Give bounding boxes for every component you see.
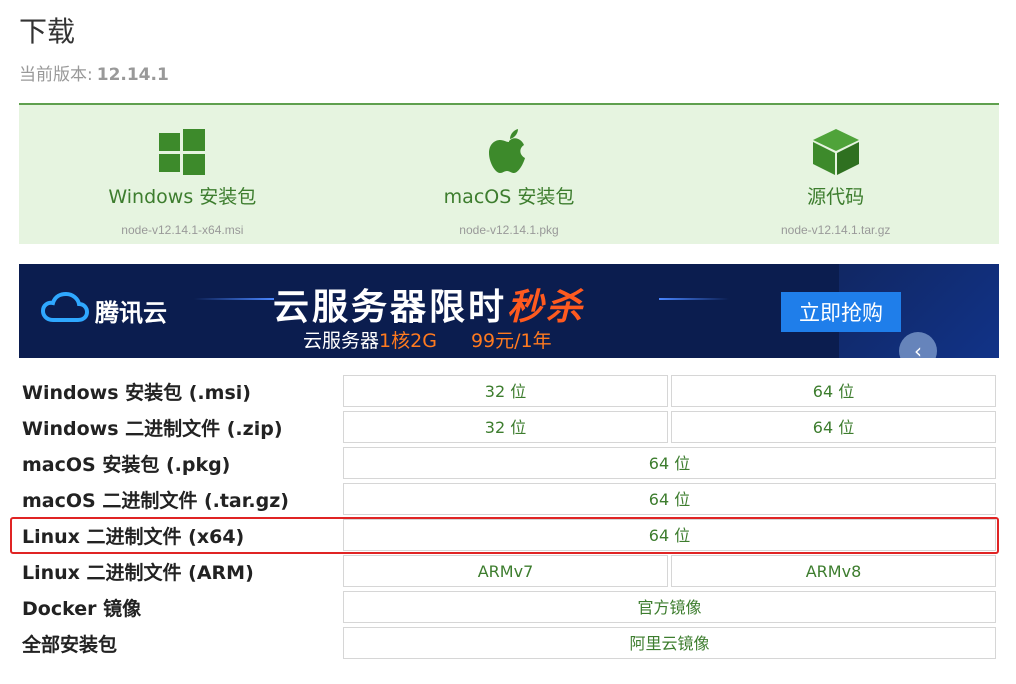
- download-link[interactable]: ARMv8: [671, 555, 996, 587]
- download-link[interactable]: 阿里云镜像: [343, 627, 996, 659]
- row-label: macOS 二进制文件 (.tar.gz): [22, 489, 289, 512]
- ad-banner[interactable]: 腾讯云 云服务器限时秒杀 云服务器1核2G 99元/1年 立即抢购 ‹: [19, 264, 999, 358]
- table-row: Windows 二进制文件 (.zip) 32 位 64 位: [22, 409, 996, 445]
- banner-sub-main: 云服务器: [303, 330, 380, 352]
- download-cell: 64 位: [671, 373, 996, 409]
- download-cell: 64 位: [343, 481, 996, 517]
- download-cell: ARMv8: [671, 553, 996, 589]
- row-label: Linux 二进制文件 (x64): [22, 525, 245, 548]
- macos-installer-link[interactable]: macOS 安装包 node-v12.14.1.pkg: [346, 105, 673, 244]
- cloud-icon: [40, 291, 90, 328]
- source-code-label: 源代码: [807, 186, 865, 208]
- windows-icon: [157, 127, 207, 177]
- buy-now-button[interactable]: 立即抢购: [781, 292, 901, 332]
- row-label: Linux 二进制文件 (ARM): [22, 561, 254, 584]
- windows-installer-link[interactable]: Windows 安装包 node-v12.14.1-x64.msi: [19, 105, 346, 244]
- table-row: macOS 安装包 (.pkg) 64 位: [22, 445, 996, 481]
- table-row: Windows 安装包 (.msi) 32 位 64 位: [22, 373, 996, 409]
- banner-sub-spec: 1核2G: [379, 330, 437, 352]
- download-cell: 阿里云镜像: [343, 625, 996, 661]
- windows-installer-filename: node-v12.14.1-x64.msi: [121, 223, 244, 237]
- row-label: 全部安装包: [22, 633, 118, 656]
- banner-brand-text: 腾讯云: [95, 298, 167, 327]
- download-cell: ARMv7: [343, 553, 668, 589]
- download-cell: 32 位: [343, 409, 668, 445]
- download-cell: 32 位: [343, 373, 668, 409]
- row-label: Windows 安装包 (.msi): [22, 381, 251, 404]
- download-cell: 64 位: [343, 517, 996, 553]
- box-icon: [811, 127, 861, 177]
- banner-headline-main: 云服务器限时: [273, 287, 508, 328]
- current-version: 当前版本: 12.14.1: [19, 60, 169, 85]
- download-link[interactable]: 64 位: [671, 411, 996, 443]
- banner-headline-highlight: 秒杀: [507, 287, 586, 328]
- banner-sub-price: 99元/1年: [470, 330, 552, 352]
- download-link[interactable]: 64 位: [343, 447, 996, 479]
- table-row: Linux 二进制文件 (ARM) ARMv7 ARMv8: [22, 553, 996, 589]
- row-label: Docker 镜像: [22, 597, 142, 620]
- download-link[interactable]: 32 位: [343, 375, 668, 407]
- download-link[interactable]: 64 位: [671, 375, 996, 407]
- banner-line-left: [194, 298, 274, 300]
- table-row: Linux 二进制文件 (x64) 64 位: [22, 517, 996, 553]
- download-link[interactable]: ARMv7: [343, 555, 668, 587]
- macos-installer-filename: node-v12.14.1.pkg: [459, 223, 559, 237]
- version-value: 12.14.1: [96, 65, 169, 85]
- banner-subline: 云服务器1核2G 99元/1年: [303, 326, 552, 353]
- source-code-filename: node-v12.14.1.tar.gz: [780, 223, 891, 237]
- download-link[interactable]: 官方镜像: [343, 591, 996, 623]
- download-link[interactable]: 64 位: [343, 483, 996, 515]
- apple-icon: [487, 127, 531, 177]
- table-row: Docker 镜像 官方镜像: [22, 589, 996, 625]
- banner-line-right: [659, 298, 729, 300]
- table-row: 全部安装包 阿里云镜像: [22, 625, 996, 661]
- download-cell: 64 位: [671, 409, 996, 445]
- row-label: Windows 二进制文件 (.zip): [22, 417, 283, 440]
- download-panel: Windows 安装包 node-v12.14.1-x64.msi macOS …: [19, 103, 999, 244]
- banner-headline: 云服务器限时秒杀: [273, 278, 585, 330]
- macos-installer-label: macOS 安装包: [443, 186, 575, 208]
- download-link[interactable]: 64 位: [343, 519, 996, 551]
- download-cell: 64 位: [343, 445, 996, 481]
- source-code-link[interactable]: 源代码 node-v12.14.1.tar.gz: [672, 105, 999, 244]
- windows-installer-label: Windows 安装包: [108, 186, 257, 208]
- download-table: Windows 安装包 (.msi) 32 位 64 位 Windows 二进制文件 …: [19, 373, 999, 661]
- download-link[interactable]: 32 位: [343, 411, 668, 443]
- banner-brand: 腾讯云: [40, 291, 167, 328]
- download-cell: 官方镜像: [343, 589, 996, 625]
- table-row: macOS 二进制文件 (.tar.gz) 64 位: [22, 481, 996, 517]
- row-label: macOS 安装包 (.pkg): [22, 453, 231, 476]
- page-title: 下载: [19, 15, 76, 48]
- version-label: 当前版本:: [19, 65, 93, 85]
